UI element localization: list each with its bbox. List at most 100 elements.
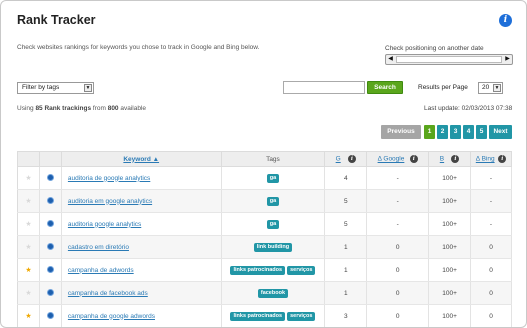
usage-middle: from <box>92 105 106 112</box>
table-row[interactable]: ★ auditoria de google analytics ga 4-100+ - <box>17 166 512 190</box>
b-cell: 100+ <box>428 235 472 259</box>
usage-suffix: available <box>120 105 147 112</box>
tag-badge[interactable]: links patrocinados <box>230 265 286 275</box>
table-row[interactable]: ★ cadastro em diretório link building 1 0 100… <box>17 235 512 259</box>
info-icon[interactable]: i <box>498 155 507 163</box>
tag-badge[interactable]: link building <box>253 242 293 252</box>
results-per-page-label: Results per Page <box>418 84 468 91</box>
info-icon[interactable]: i <box>499 14 512 27</box>
table-row[interactable]: ★ auditoria em google analytics ga 5-100+ - <box>17 189 512 213</box>
dropdown-arrow-icon[interactable]: ▼ <box>84 84 92 92</box>
tag-badge[interactable]: links patrocinados <box>230 311 286 321</box>
star-cell[interactable]: ★ <box>17 235 40 259</box>
search-input[interactable] <box>283 81 365 94</box>
usage-text: Using 85 Rank trackings from 800 availab… <box>17 105 146 112</box>
star-icon[interactable]: ★ <box>25 290 31 297</box>
info-icon[interactable]: i <box>451 155 460 163</box>
dropdown-arrow-icon[interactable]: ▼ <box>493 84 501 92</box>
table-header-row: Keyword ▲ Tags G i Δ Google i B i Δ Bing <box>17 151 512 167</box>
rank-tracker-panel: Rank Tracker i Check websites rankings f… <box>0 0 527 328</box>
star-icon[interactable]: ★ <box>25 313 31 320</box>
info-icon[interactable]: i <box>409 155 418 163</box>
delta-bing-cell: 0 <box>470 281 512 305</box>
sort-g-link[interactable]: G <box>336 156 341 163</box>
tag-badge[interactable]: ga <box>266 196 280 206</box>
globe-icon <box>46 242 54 250</box>
search-button[interactable]: Search <box>367 81 403 94</box>
keyword-link[interactable]: campanha de adwords <box>68 267 134 274</box>
keyword-link[interactable]: auditoria google analytics <box>68 221 141 228</box>
previous-button[interactable]: Previous <box>381 125 421 139</box>
table-body: ★ auditoria de google analytics ga 4-100+ - ★… <box>17 166 512 327</box>
header-b[interactable]: B i <box>428 151 472 167</box>
slider-track[interactable] <box>396 56 502 63</box>
keyword-link[interactable]: campanha de facebook ads <box>68 290 148 297</box>
star-icon[interactable]: ★ <box>25 267 31 274</box>
page-button-3[interactable]: 3 <box>450 125 461 139</box>
filter-by-tags-select[interactable]: Filter by tags ▼ <box>17 82 94 94</box>
keyword-link[interactable]: cadastro em diretório <box>68 244 129 251</box>
engine-cell <box>39 258 62 282</box>
sort-delta-bing-link[interactable]: Δ Bing <box>476 156 495 163</box>
delta-bing-cell: 0 <box>470 235 512 259</box>
page-button-2[interactable]: 2 <box>437 125 448 139</box>
g-cell: 1 <box>324 258 368 282</box>
star-cell[interactable]: ★ <box>17 189 40 213</box>
g-cell: 1 <box>324 281 368 305</box>
g-cell: 3 <box>324 304 368 327</box>
header-g[interactable]: G i <box>324 151 368 167</box>
tag-badge[interactable]: facebook <box>257 288 289 298</box>
star-icon[interactable]: ★ <box>25 221 31 228</box>
next-button[interactable]: Next <box>489 125 512 139</box>
table-row[interactable]: ★ campanha de adwords links patrocinados se… <box>17 258 512 282</box>
header-delta-google[interactable]: Δ Google i <box>366 151 430 167</box>
delta-bing-cell: - <box>470 212 512 236</box>
results-per-page-value: 20 <box>482 84 490 91</box>
table-row[interactable]: ★ campanha de google adwords links patroci… <box>17 304 512 327</box>
tag-badge[interactable]: serviços <box>287 265 316 275</box>
star-cell[interactable]: ★ <box>17 212 40 236</box>
delta-bing-cell: 0 <box>470 304 512 327</box>
slider-left-arrow-icon[interactable]: ◀ <box>387 56 394 63</box>
star-cell[interactable]: ★ <box>17 304 40 327</box>
sort-b-link[interactable]: B <box>440 156 444 163</box>
star-icon[interactable]: ★ <box>25 175 31 182</box>
header-tags: Tags <box>221 151 326 167</box>
delta-google-cell: 0 <box>366 258 430 282</box>
sort-keyword-link[interactable]: Keyword ▲ <box>123 156 159 163</box>
keyword-cell: cadastro em diretório <box>61 235 222 259</box>
info-icon[interactable]: i <box>347 155 356 163</box>
slider-right-arrow-icon[interactable]: ▶ <box>504 56 511 63</box>
tag-badge[interactable]: ga <box>266 219 280 229</box>
star-cell[interactable]: ★ <box>17 166 40 190</box>
page-button-1[interactable]: 1 <box>424 125 435 139</box>
usage-used: 85 Rank trackings <box>35 105 92 112</box>
page-button-4[interactable]: 4 <box>463 125 474 139</box>
tag-badge[interactable]: ga <box>266 173 280 183</box>
tags-cell: ga <box>221 212 326 236</box>
globe-icon <box>46 311 54 319</box>
results-per-page-select[interactable]: 20 ▼ <box>478 82 503 94</box>
rank-table: Keyword ▲ Tags G i Δ Google i B i Δ Bing <box>17 151 512 327</box>
star-cell[interactable]: ★ <box>17 258 40 282</box>
star-icon[interactable]: ★ <box>25 244 31 251</box>
star-icon[interactable]: ★ <box>25 198 31 205</box>
header-keyword[interactable]: Keyword ▲ <box>61 151 222 167</box>
header-delta-bing[interactable]: Δ Bing i <box>470 151 512 167</box>
keyword-link[interactable]: auditoria de google analytics <box>68 175 150 182</box>
star-cell[interactable]: ★ <box>17 281 40 305</box>
globe-icon <box>46 288 54 296</box>
keyword-link[interactable]: campanha de google adwords <box>68 313 155 320</box>
page-button-5[interactable]: 5 <box>476 125 487 139</box>
g-cell: 5 <box>324 212 368 236</box>
b-cell: 100+ <box>428 166 472 190</box>
date-slider[interactable]: ◀ ▶ <box>385 54 513 65</box>
tag-badge[interactable]: serviços <box>287 311 316 321</box>
sort-delta-google-link[interactable]: Δ Google <box>378 156 405 163</box>
header-star-col <box>17 151 40 167</box>
table-row[interactable]: ★ campanha de facebook ads facebook 1 0 100+ 0 <box>17 281 512 305</box>
g-cell: 5 <box>324 189 368 213</box>
engine-cell <box>39 212 62 236</box>
table-row[interactable]: ★ auditoria google analytics ga 5-100+ - <box>17 212 512 236</box>
keyword-link[interactable]: auditoria em google analytics <box>68 198 152 205</box>
